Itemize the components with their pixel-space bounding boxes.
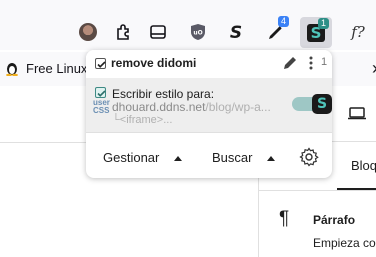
svg-text:uO: uO (193, 30, 202, 37)
sidebar-icon[interactable] (144, 18, 172, 46)
tux-icon (6, 63, 18, 76)
fx-label: f? (351, 23, 365, 41)
paragraph-icon: ¶ (279, 208, 290, 229)
divider (259, 190, 376, 191)
block-description: Empieza co (313, 236, 376, 250)
divider (86, 132, 332, 133)
stylus-knob-icon: S (312, 94, 332, 114)
svg-text:S: S (230, 23, 242, 41)
bookmarks-overflow-button[interactable]: » (372, 58, 376, 79)
laptop-icon[interactable] (347, 105, 367, 121)
menu-dots-icon[interactable] (308, 55, 314, 71)
avatar-image (79, 23, 97, 41)
style-name[interactable]: remove didomi (111, 56, 196, 70)
fx-icon[interactable]: f? (344, 18, 372, 46)
write-style-entry[interactable]: user CSS Escribir estilo para: dhouard.d… (86, 78, 332, 132)
stylus-popup: remove didomi 1 user CSS Escribir estilo… (86, 50, 332, 178)
caret-up-icon (174, 155, 183, 161)
search-label: Buscar (212, 150, 253, 165)
style-toggle[interactable]: S (292, 94, 332, 114)
pen-icon[interactable]: 4 (262, 16, 290, 46)
ublock-icon[interactable]: uO (184, 18, 212, 46)
style-enabled-checkbox[interactable] (95, 58, 106, 69)
write-style-url[interactable]: dhouard.ddns.net/blog/wp-a... (112, 100, 271, 114)
block-title: Párrafo (313, 213, 356, 227)
puzzle-icon[interactable] (109, 18, 137, 46)
s-extension-icon[interactable]: S (222, 18, 250, 46)
write-style-title: Escribir estilo para: (112, 87, 215, 101)
iframe-line: └<iframe>... (112, 114, 173, 126)
manage-label: Gestionar (103, 150, 160, 165)
stylus-icon[interactable]: S 1 (300, 17, 332, 48)
stylus-badge: 1 (317, 18, 329, 29)
popup-header: remove didomi 1 (86, 50, 332, 79)
pen-badge: 4 (277, 16, 289, 27)
edit-icon[interactable] (282, 55, 298, 71)
gear-icon[interactable] (299, 147, 319, 167)
bookmark-label: Free Linux (26, 60, 88, 76)
style-count: 1 (321, 56, 328, 68)
browser-toolbar: uO S 4 S 1 f? (0, 0, 376, 50)
search-button[interactable]: Buscar (212, 150, 276, 165)
tab-block[interactable]: Bloq (351, 158, 376, 173)
bookmark-free-linux[interactable]: Free Linux (4, 60, 87, 76)
manage-button[interactable]: Gestionar (103, 150, 183, 165)
avatar[interactable] (74, 18, 102, 46)
caret-up-icon (267, 155, 276, 161)
write-style-checkbox[interactable] (95, 87, 106, 98)
usercss-badge: user CSS (93, 98, 110, 115)
